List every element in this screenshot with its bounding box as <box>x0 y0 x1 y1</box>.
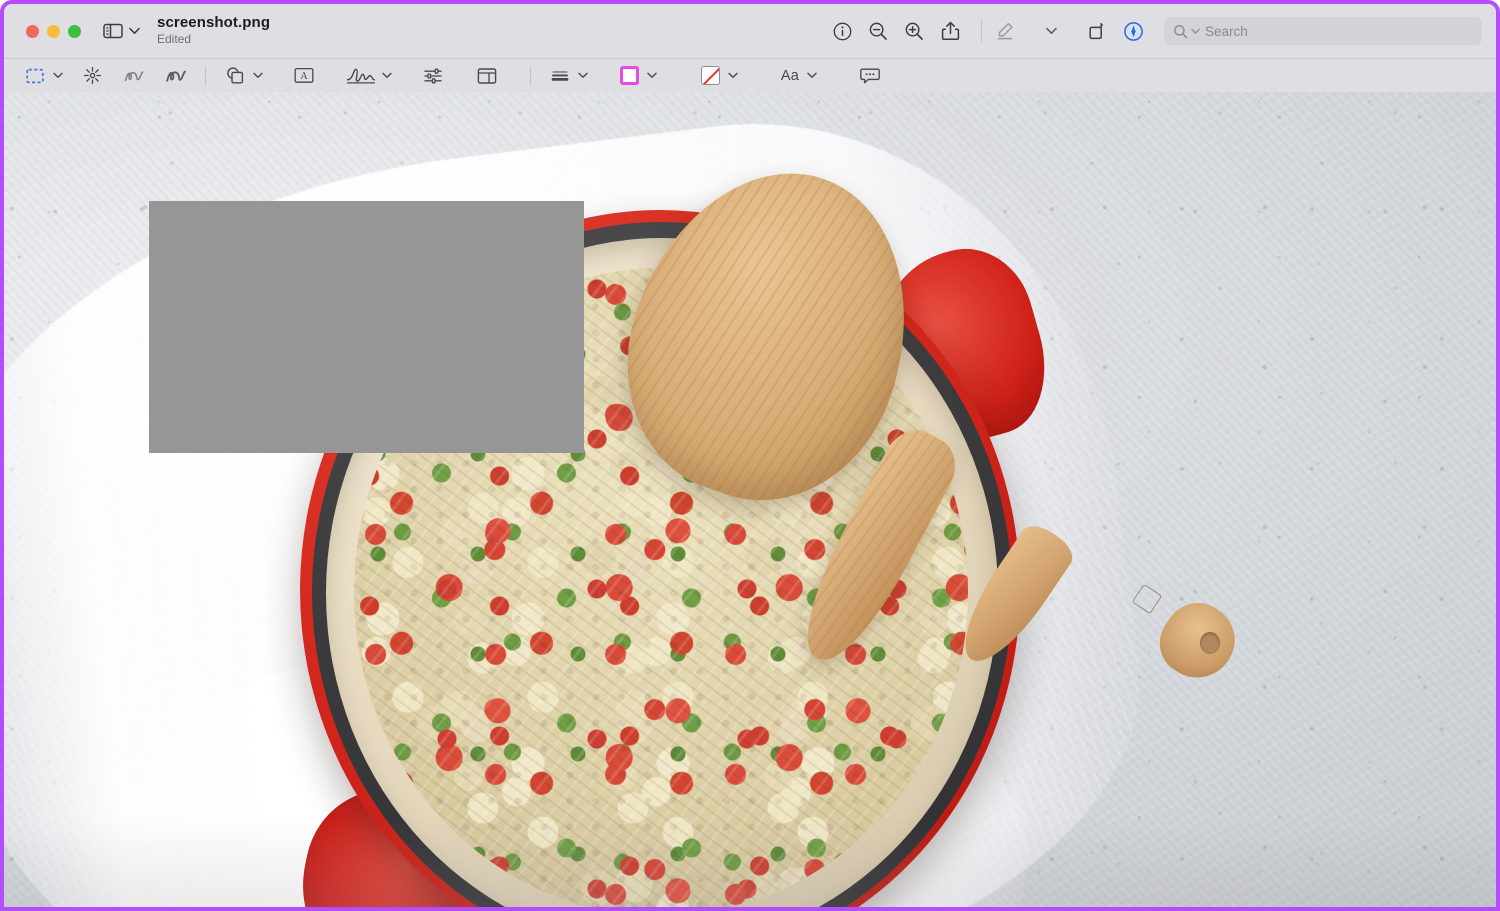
border-color-tool[interactable] <box>614 64 644 88</box>
adjust-size-icon <box>477 67 497 84</box>
shape-style-icon <box>551 70 569 81</box>
sidebar-options-chevron[interactable] <box>127 16 141 46</box>
markup-toolbar: A Aa <box>4 58 1496 92</box>
chevron-down-icon <box>252 72 263 78</box>
sketch-icon <box>124 70 144 81</box>
text-style-label: Aa <box>780 67 800 84</box>
share-button[interactable] <box>935 16 965 46</box>
zoom-in-button[interactable] <box>899 16 929 46</box>
info-circle-icon <box>833 22 851 40</box>
rotate-left-icon <box>1089 22 1104 40</box>
border-color-chevron[interactable] <box>644 64 659 88</box>
search-icon <box>1174 24 1188 38</box>
highlight-button[interactable] <box>990 16 1020 46</box>
svg-text:A: A <box>300 71 308 82</box>
text-box-icon: A <box>294 67 314 83</box>
text-style-tool[interactable]: Aa <box>776 64 804 88</box>
rotate-button[interactable] <box>1082 16 1112 46</box>
signature-icon <box>346 68 376 84</box>
border-color-swatch <box>619 66 639 85</box>
close-window-button[interactable] <box>26 24 39 38</box>
highlight-options-chevron[interactable] <box>1036 16 1066 46</box>
speech-bubble-icon <box>860 68 880 83</box>
preview-window: screenshot.png Edited Search A Aa <box>0 0 1500 911</box>
signature-tool[interactable] <box>343 64 379 88</box>
markup-divider-2 <box>530 65 531 86</box>
redaction-rectangle[interactable] <box>149 201 584 453</box>
chevron-down-icon <box>806 72 817 78</box>
chevron-down-icon <box>128 27 140 34</box>
markup-button[interactable] <box>1118 16 1148 46</box>
instant-alpha-tool[interactable] <box>77 64 107 88</box>
text-tool[interactable]: A <box>289 64 319 88</box>
spoon-hang-hole <box>1200 632 1220 654</box>
traffic-lights <box>26 24 81 38</box>
text-style-chevron[interactable] <box>804 64 819 88</box>
markup-divider-1 <box>205 65 206 86</box>
minimize-window-button[interactable] <box>47 24 60 38</box>
markup-pen-icon <box>1123 21 1143 41</box>
titlebar-tools: Search <box>827 16 1482 46</box>
document-title-block[interactable]: screenshot.png Edited <box>157 14 271 47</box>
adjust-size-tool[interactable] <box>472 64 502 88</box>
selection-tool[interactable] <box>20 64 50 88</box>
fill-color-chevron[interactable] <box>725 64 740 88</box>
chevron-down-icon <box>727 72 738 78</box>
chevron-down-icon <box>646 72 657 78</box>
search-placeholder: Search <box>1205 23 1248 39</box>
chevron-down-icon <box>381 72 392 78</box>
chevron-down-icon <box>52 72 63 78</box>
document-status: Edited <box>157 32 192 47</box>
chevron-down-icon <box>577 72 588 78</box>
fill-color-swatch <box>700 66 720 85</box>
document-title: screenshot.png <box>157 14 271 32</box>
annotate-tool[interactable] <box>855 64 885 88</box>
sidebar-toggle-button[interactable] <box>101 21 125 41</box>
chevron-down-icon <box>1191 28 1200 34</box>
titlebar: screenshot.png Edited Search <box>4 4 1496 58</box>
chevron-down-icon <box>1045 27 1057 34</box>
sketch-tool[interactable] <box>119 64 149 88</box>
instant-alpha-icon <box>83 66 101 85</box>
rect-selection-icon <box>26 68 44 83</box>
zoom-out-button[interactable] <box>863 16 893 46</box>
info-button[interactable] <box>827 16 857 46</box>
sidebar-icon <box>103 23 123 39</box>
zoom-in-icon <box>905 22 923 40</box>
shapes-icon <box>226 67 243 84</box>
draw-tool[interactable] <box>161 64 191 88</box>
adjust-color-tool[interactable] <box>418 64 448 88</box>
signature-tool-chevron[interactable] <box>379 64 394 88</box>
sliders-icon <box>424 68 442 83</box>
image-canvas[interactable] <box>4 92 1496 907</box>
maximize-window-button[interactable] <box>68 24 81 38</box>
search-field[interactable]: Search <box>1164 17 1482 45</box>
shape-style-tool[interactable] <box>545 64 575 88</box>
highlighter-icon <box>997 22 1013 40</box>
zoom-out-icon <box>869 22 887 40</box>
selection-tool-chevron[interactable] <box>50 64 65 88</box>
draw-icon <box>166 70 186 82</box>
fill-color-tool[interactable] <box>695 64 725 88</box>
shapes-tool-chevron[interactable] <box>250 64 265 88</box>
share-icon <box>941 21 959 41</box>
toolbar-divider-1 <box>981 20 982 42</box>
shape-style-chevron[interactable] <box>575 64 590 88</box>
shapes-tool[interactable] <box>220 64 250 88</box>
